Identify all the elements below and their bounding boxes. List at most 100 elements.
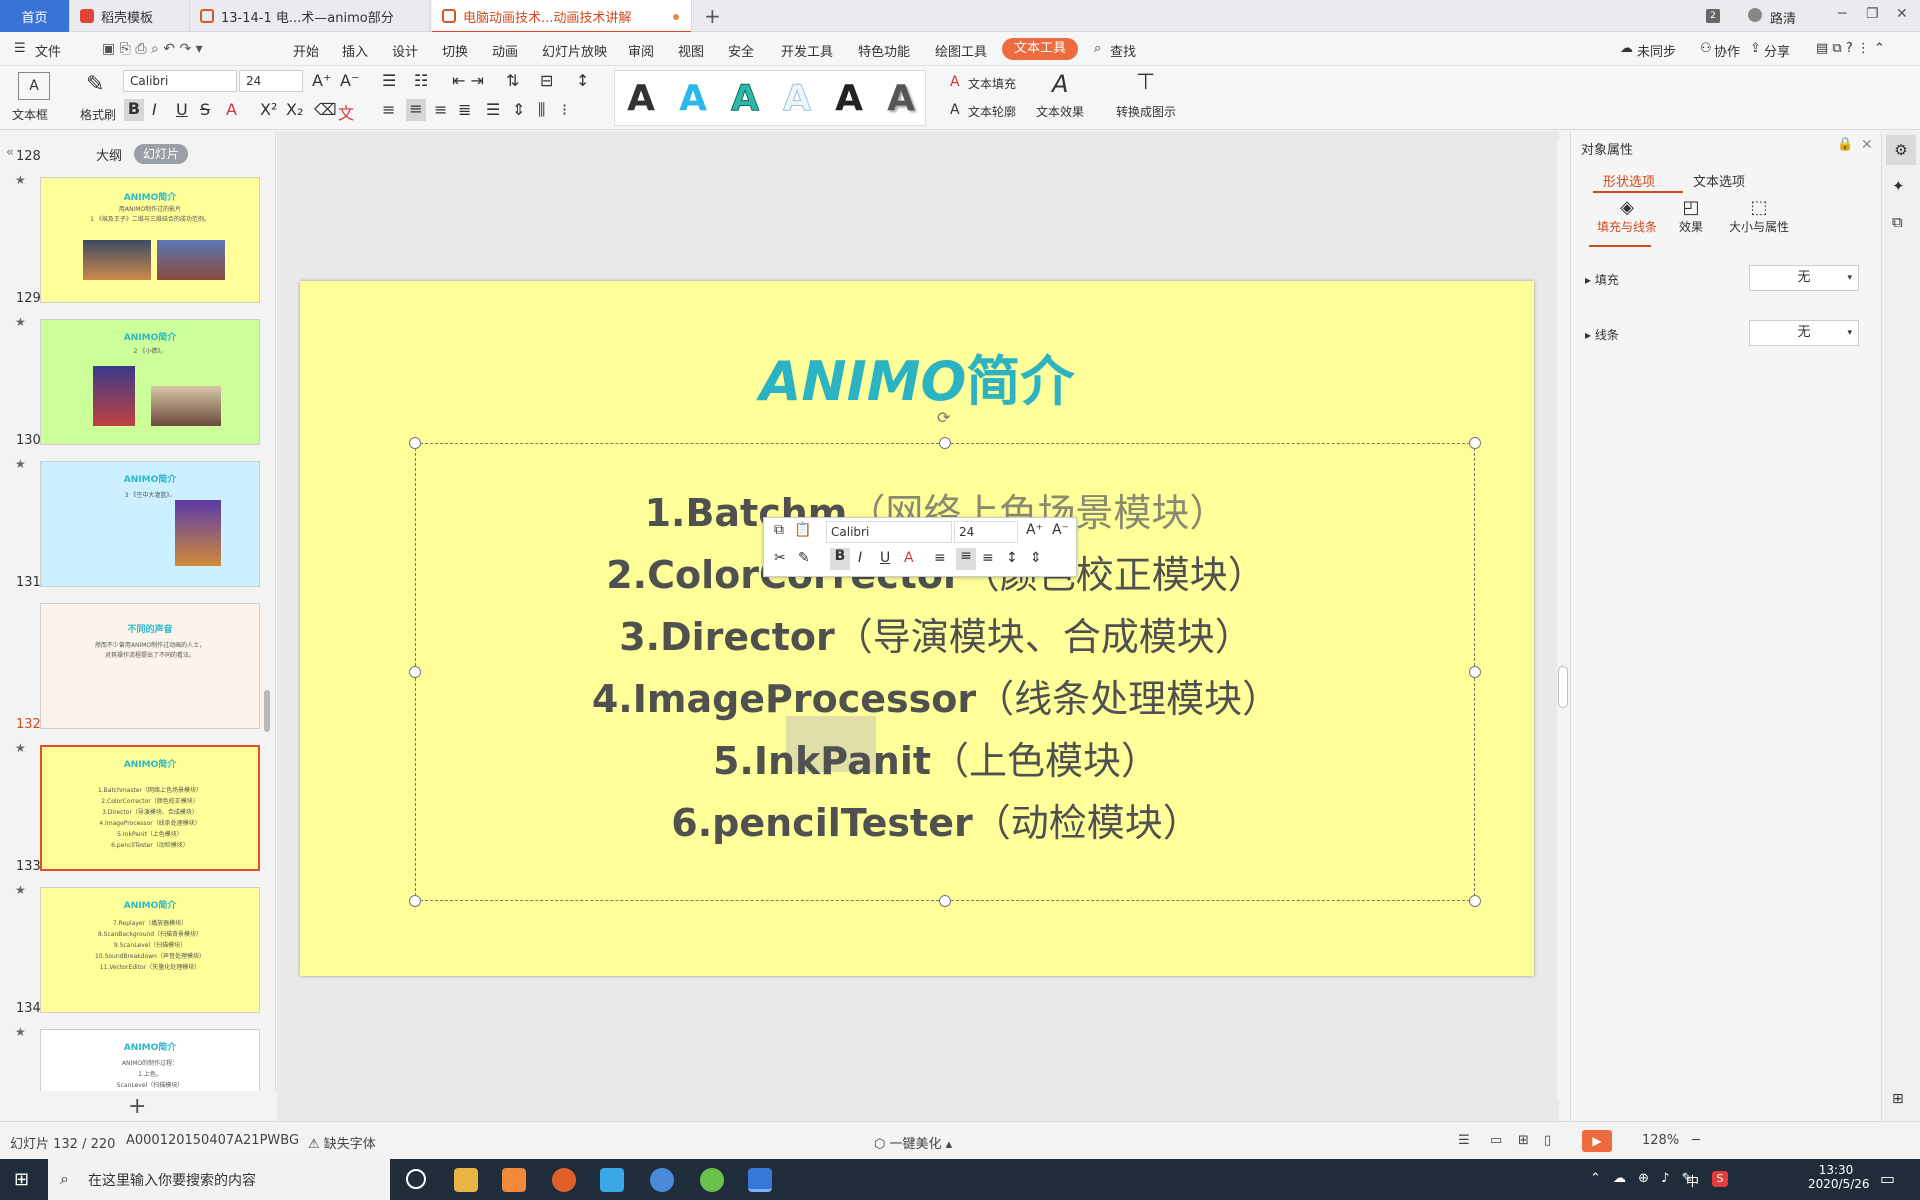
app-green-icon[interactable] <box>700 1168 724 1192</box>
cloud-icon[interactable]: ☁ <box>1620 41 1633 56</box>
text-outline-icon[interactable]: A <box>950 102 960 118</box>
fill-section-header[interactable]: ▸ 填充 <box>1585 271 1619 288</box>
window-count-badge[interactable]: 2 <box>1706 9 1720 23</box>
columns-icon[interactable]: ⫼ <box>538 100 545 120</box>
increase-font-icon[interactable]: A⁺ <box>312 71 331 90</box>
play-slideshow-icon[interactable]: ▶ <box>1582 1130 1612 1152</box>
zoom-out-icon[interactable]: ─ <box>1692 1133 1700 1148</box>
menu-insert[interactable]: 插入 <box>342 41 368 60</box>
text-effect-button[interactable]: 文本效果 <box>1036 103 1084 120</box>
slide-thumbnail[interactable]: ANIMO简介 3 《空中大灌篮》。 <box>40 461 260 587</box>
minimize-icon[interactable]: ─ <box>1838 6 1846 22</box>
list-item[interactable]: 4.ImageProcessor（线条处理模块） <box>416 668 1456 730</box>
fill-line-option[interactable]: ◈ 填充与线条 <box>1589 197 1665 235</box>
distributed-icon[interactable]: ☰ <box>486 100 500 119</box>
clock[interactable]: 13:30 2020/5/26 <box>1808 1163 1870 1191</box>
font-color-icon[interactable]: A <box>226 100 237 119</box>
sogou-icon[interactable]: S <box>1712 1171 1728 1187</box>
strikethrough-icon[interactable]: S <box>200 100 210 119</box>
text-style-shadow[interactable]: A <box>879 77 923 121</box>
menu-file[interactable]: 文件 <box>35 41 61 60</box>
mini-bold-icon[interactable]: B <box>830 548 850 570</box>
tab-docer-templates[interactable]: 稻壳模板 <box>70 0 190 32</box>
resize-handle-tl[interactable] <box>409 437 421 449</box>
slide-thumbnail[interactable]: 不同的声音 然而不少曾用ANIMO制作过动画的人士， 对其操作流程提出了不同的看… <box>40 603 260 729</box>
line-spacing-icon[interactable]: ↕ <box>576 71 589 90</box>
pinyin-icon[interactable]: 文 <box>338 100 354 124</box>
fill-select[interactable]: 无 ▾ <box>1749 265 1859 291</box>
list-item[interactable]: 3.Director（导演模块、合成模块） <box>416 606 1456 668</box>
convert-diagram-icon[interactable]: ⊤ <box>1136 70 1155 95</box>
underline-icon[interactable]: U <box>176 100 188 119</box>
menu-home[interactable]: 开始 <box>293 41 319 60</box>
resize-handle-br[interactable] <box>1469 895 1481 907</box>
menu-review[interactable]: 审阅 <box>628 41 654 60</box>
menu-animation[interactable]: 动画 <box>492 41 518 60</box>
list-item[interactable]: 6.pencilTester（动检模块） <box>416 792 1456 854</box>
textbox-button[interactable]: 文本框 <box>12 106 48 123</box>
zoom-level[interactable]: 128% <box>1642 1133 1679 1148</box>
superscript-icon[interactable]: X² <box>260 100 277 119</box>
media-player-icon[interactable] <box>600 1168 624 1192</box>
mini-align-left-icon[interactable]: ≡ <box>934 550 946 566</box>
text-outline-button[interactable]: 文本轮廓 <box>968 103 1016 120</box>
text-fill-button[interactable]: 文本填充 <box>968 75 1016 92</box>
mini-italic-icon[interactable]: I <box>858 550 862 566</box>
tab-shape-options[interactable]: 形状选项 <box>1603 171 1655 190</box>
system-tray-icons[interactable]: ⌃ ☁ ⊕ ♪ ✎ <box>1590 1171 1697 1186</box>
paragraph-spacing-icon[interactable]: ⇕ <box>512 100 525 119</box>
text-style-black[interactable]: A <box>827 77 871 121</box>
line-select[interactable]: 无 ▾ <box>1749 320 1859 346</box>
content-textbox[interactable]: 1.Batchm（网络上色场景模块） 2.ColorCorrector（颜色校正… <box>415 443 1475 901</box>
layers-icon[interactable]: ⧉ <box>1892 213 1903 231</box>
tab-slides[interactable]: 幻灯片 <box>134 144 188 164</box>
resize-handle-l[interactable] <box>409 666 421 678</box>
mini-increase-font-icon[interactable]: A⁺ <box>1026 522 1043 538</box>
normal-view-icon[interactable]: ▭ <box>1490 1133 1502 1148</box>
cortana-icon[interactable] <box>406 1169 426 1189</box>
slide-thumbnail[interactable]: ANIMO简介 2 《小倩》。 <box>40 319 260 445</box>
mini-font-select[interactable]: Calibri <box>826 521 952 543</box>
properties-icon[interactable]: ⚙ <box>1886 135 1916 165</box>
wps-icon[interactable] <box>748 1168 772 1192</box>
mini-underline-icon[interactable]: U <box>880 550 890 566</box>
file-explorer-icon[interactable] <box>454 1168 478 1192</box>
slide-title[interactable]: ANIMO简介 <box>300 337 1534 416</box>
text-effect-icon[interactable]: A <box>1052 70 1068 98</box>
textbox-icon[interactable]: A <box>18 72 50 100</box>
menu-search[interactable]: 查找 <box>1110 41 1136 60</box>
user-name[interactable]: 路清 <box>1770 8 1796 27</box>
align-text-icon[interactable]: ⊟ <box>540 71 553 90</box>
app-icon[interactable] <box>502 1168 526 1192</box>
windows-start-icon[interactable]: ⊞ <box>14 1169 29 1190</box>
align-right-icon[interactable]: ≡ <box>434 100 447 119</box>
font-size-select[interactable]: 24 <box>239 70 303 92</box>
avatar[interactable] <box>1748 8 1762 22</box>
share-button[interactable]: 分享 <box>1764 41 1790 60</box>
input-method-indicator[interactable]: 中 <box>1686 1171 1699 1190</box>
indent-icons[interactable]: ⇤ ⇥ <box>452 71 484 90</box>
text-direction-icon[interactable]: ⇅ <box>506 71 519 90</box>
restore-icon[interactable]: ❐ <box>1866 6 1879 22</box>
decrease-font-icon[interactable]: A⁻ <box>340 71 359 90</box>
close-icon[interactable]: ✕ <box>1896 6 1908 22</box>
collab-icon[interactable]: ⚇ <box>1700 41 1712 56</box>
numbered-list-icon[interactable]: ☷ <box>414 71 428 90</box>
convert-diagram-button[interactable]: 转换成图示 <box>1116 103 1176 120</box>
mini-paragraph-spacing-icon[interactable]: ⇕ <box>1030 550 1042 566</box>
sync-status[interactable]: 未同步 <box>1637 41 1676 60</box>
menu-drawing-tools[interactable]: 绘图工具 <box>935 41 987 60</box>
collapse-panel-icon[interactable]: « <box>6 145 14 160</box>
paste-icon[interactable]: 📋 <box>794 522 811 538</box>
notes-icon[interactable]: ☰ <box>1458 1133 1470 1148</box>
menu-slideshow[interactable]: 幻灯片放映 <box>542 41 607 60</box>
menu-special-features[interactable]: 特色功能 <box>858 41 910 60</box>
size-property-option[interactable]: ⬚ 大小与属性 <box>1721 197 1797 235</box>
thumbnail-scrollbar[interactable] <box>264 690 270 732</box>
toolbar-icons[interactable]: ▤ ⧉ ? ⋮ ⌃ <box>1816 41 1885 56</box>
text-style-plain[interactable]: A <box>619 77 663 121</box>
bold-icon[interactable]: B <box>124 99 144 121</box>
align-left-icon[interactable]: ≡ <box>382 100 395 119</box>
resize-handle-t[interactable] <box>939 437 951 449</box>
mini-decrease-font-icon[interactable]: A⁻ <box>1052 522 1069 538</box>
